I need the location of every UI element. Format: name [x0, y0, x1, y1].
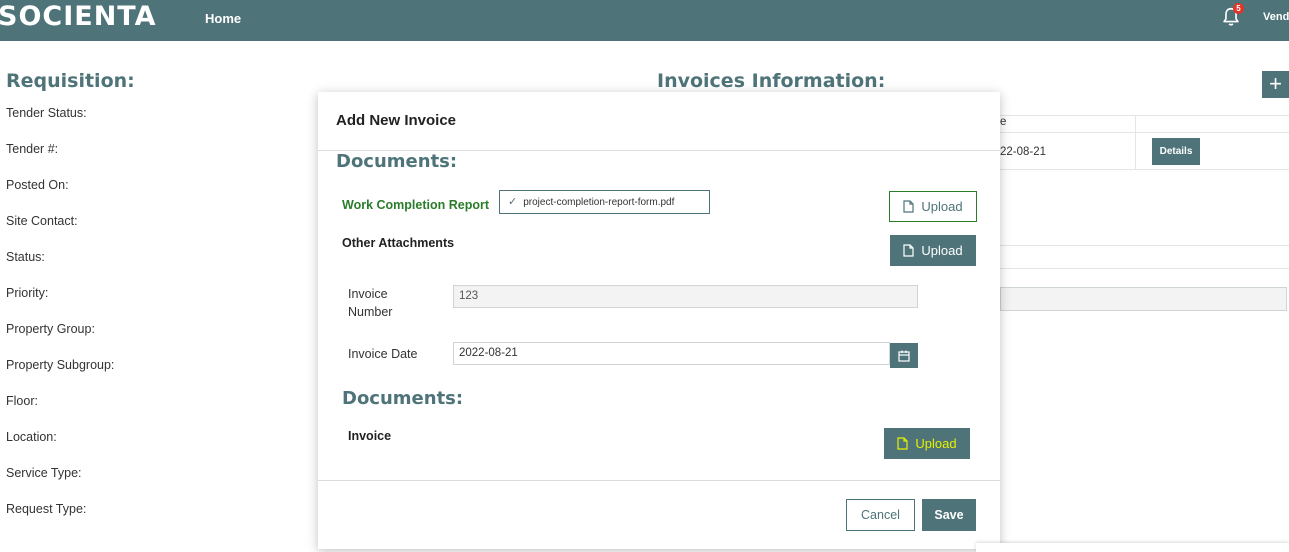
field-label-request-type: Request Type: — [6, 502, 87, 516]
cancel-button[interactable]: Cancel — [846, 499, 915, 531]
invoice-date-input[interactable]: 2022-08-21 — [453, 342, 890, 365]
field-label-property-subgroup: Property Subgroup: — [6, 358, 115, 372]
field-label-floor: Floor: — [6, 394, 38, 408]
check-icon: ✓ — [508, 196, 518, 208]
field-label-priority: Priority: — [6, 286, 49, 300]
other-attachments-label: Other Attachments — [342, 236, 455, 250]
upload-label: Upload — [921, 243, 963, 258]
add-invoice-button[interactable]: + — [1262, 71, 1289, 98]
documents-section-title: Documents: — [336, 151, 458, 172]
uploaded-file-chip[interactable]: ✓ project-completion-report-form.pdf — [499, 190, 710, 214]
user-menu[interactable]: Vendor — [1263, 11, 1289, 23]
requisition-title: Requisition: — [6, 70, 135, 92]
invoice-number-input[interactable]: 123 — [453, 285, 918, 308]
upload-invoice-button[interactable]: Upload — [884, 428, 970, 459]
top-nav-bar: SOCIENTA Home 5 Vendor — [0, 0, 1289, 41]
upload-label: Upload — [915, 436, 957, 451]
modal-footer-divider — [318, 480, 1000, 481]
work-completion-report-label: Work Completion Report — [342, 198, 489, 212]
field-label-posted-on: Posted On: — [6, 178, 69, 192]
table-divider — [1000, 245, 1289, 246]
field-label-tender-number: Tender #: — [6, 142, 59, 156]
app-logo[interactable]: SOCIENTA — [0, 1, 157, 32]
details-button[interactable]: Details — [1152, 138, 1200, 165]
nav-home-link[interactable]: Home — [205, 11, 241, 26]
table-header-cell: e — [1000, 116, 1007, 128]
background-input-field[interactable] — [1000, 287, 1287, 311]
invoices-information-title: Invoices Information: — [657, 70, 886, 92]
upload-label: Upload — [921, 199, 963, 214]
invoice-number-label: Invoice Number — [348, 287, 393, 319]
table-column-divider — [1135, 116, 1136, 169]
table-divider — [1000, 169, 1289, 170]
upload-work-completion-button[interactable]: Upload — [889, 191, 977, 222]
invoice-document-label: Invoice — [348, 429, 392, 443]
notification-badge: 5 — [1233, 3, 1244, 14]
date-picker-button[interactable] — [890, 343, 918, 368]
invoice-date-label: Invoice Date — [348, 347, 418, 361]
file-icon — [903, 200, 914, 213]
documents-section-title-2: Documents: — [342, 388, 464, 409]
field-label-tender-status: Tender Status: — [6, 106, 87, 120]
table-divider — [1000, 268, 1289, 269]
field-label-status: Status: — [6, 250, 45, 264]
field-label-site-contact: Site Contact: — [6, 214, 78, 228]
modal-title: Add New Invoice — [336, 112, 457, 129]
table-cell-date: 22-08-21 — [1000, 146, 1047, 158]
file-icon — [903, 244, 914, 257]
uploaded-file-name: project-completion-report-form.pdf — [523, 197, 675, 208]
table-divider — [1000, 132, 1289, 133]
field-label-location: Location: — [6, 430, 57, 444]
field-label-service-type: Service Type: — [6, 466, 82, 480]
save-button[interactable]: Save — [922, 499, 976, 531]
field-label-property-group: Property Group: — [6, 322, 95, 336]
add-invoice-modal: Add New Invoice Documents: Work Completi… — [318, 92, 1000, 549]
table-divider — [1000, 115, 1289, 116]
background-panel-edge — [976, 543, 1289, 552]
file-icon — [897, 437, 908, 450]
calendar-icon — [898, 350, 910, 362]
upload-other-attachments-button[interactable]: Upload — [890, 235, 976, 266]
